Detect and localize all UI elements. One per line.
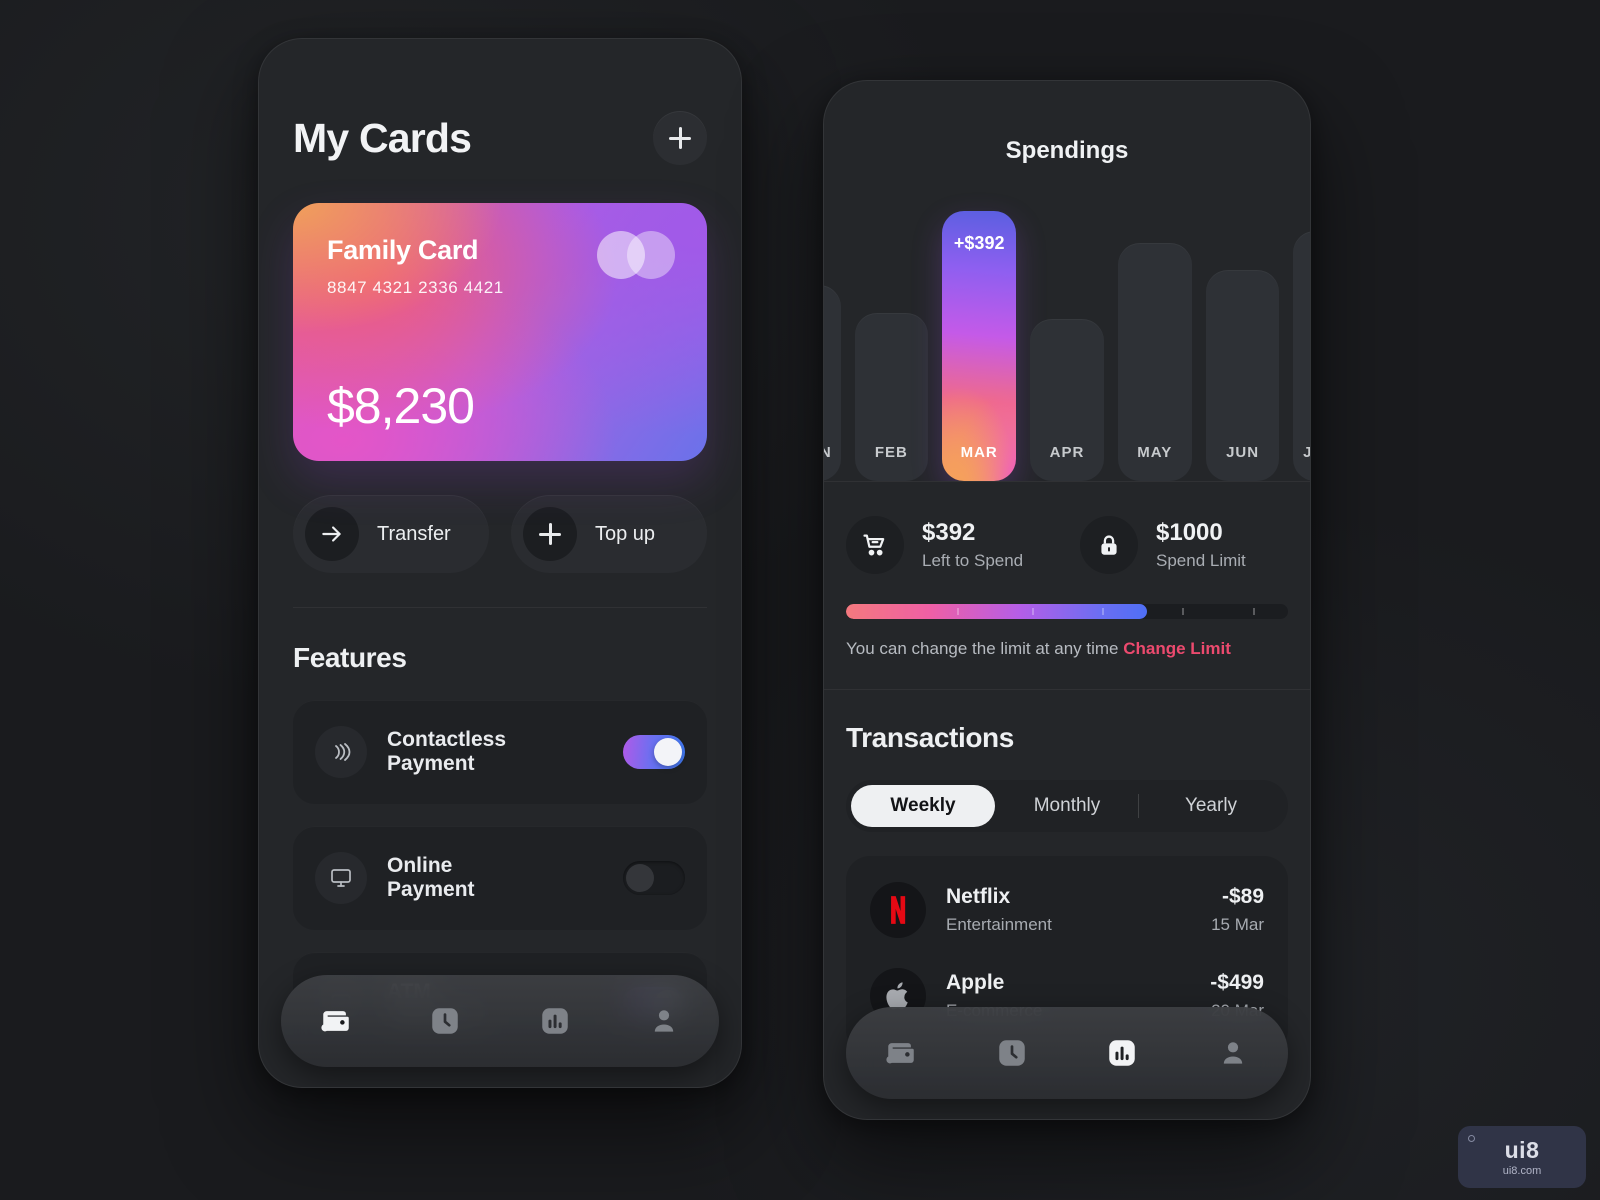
toggle-online[interactable] [623,861,685,895]
transfer-label: Transfer [377,522,451,545]
spend-progress-bar[interactable] [846,604,1288,619]
nav-clock-icon[interactable] [422,998,468,1044]
tab-yearly[interactable]: Yearly [1139,785,1283,827]
bar-label-jan: JAN [824,444,841,461]
card-actions: Transfer Top up [293,495,707,573]
bar-jan[interactable]: JAN [824,285,841,481]
limit-summary-row: $392 Left to Spend $1000 Spend Limit [846,516,1288,574]
feature-label-contactless: Contactless Payment [387,727,507,775]
nav-person-icon[interactable] [641,998,687,1044]
left-screen: My Cards Family Card 8847 4321 2336 4421… [259,39,741,1087]
table-row[interactable]: Netflix Entertainment -$89 15 Mar [870,882,1264,968]
spend-limit-section: $392 Left to Spend $1000 Spend Limit You… [824,481,1310,689]
my-cards-header: My Cards [293,111,707,165]
spendings-bar-chart: JAN FEB +$392 MAR APR MAY [824,211,1310,481]
contactless-icon [315,726,367,778]
card-number: 8847 4321 2336 4421 [327,278,504,297]
transaction-name: Apple [946,971,1005,994]
transaction-amount: -$89 [1221,885,1264,908]
phone-right: Spendings JAN FEB +$392 MAR APR [823,80,1311,1120]
transactions-title: Transactions [846,722,1014,753]
monitor-icon [315,852,367,904]
right-screen: Spendings JAN FEB +$392 MAR APR [824,81,1310,1119]
feature-row-contactless[interactable]: Contactless Payment [293,700,707,804]
nav-clock-icon[interactable] [989,1030,1035,1076]
feature-row-online[interactable]: Online Payment [293,826,707,930]
tab-monthly[interactable]: Monthly [995,785,1139,827]
spend-limit-item: $1000 Spend Limit [1080,516,1288,574]
spend-limit-amount: $1000 [1156,519,1223,546]
transaction-category: Entertainment [946,915,1052,934]
bar-jun[interactable]: JUN [1205,270,1280,481]
phone-left: My Cards Family Card 8847 4321 2336 4421… [258,38,742,1088]
credit-card[interactable]: Family Card 8847 4321 2336 4421 $8,230 [293,203,707,461]
plus-icon [669,127,691,149]
bar-label-jun: JUN [1226,444,1260,461]
nav-person-icon[interactable] [1210,1030,1256,1076]
transaction-amount: -$499 [1210,971,1264,994]
feature-label-online: Online Payment [387,853,475,901]
transaction-name: Netflix [946,885,1011,908]
left-to-spend-amount: $392 [922,519,976,546]
plus-icon [523,507,577,561]
nav-wallet-icon[interactable] [878,1030,924,1076]
nav-stats-icon[interactable] [532,998,578,1044]
bar-label-jul: JUL [1293,444,1310,461]
transfer-button[interactable]: Transfer [293,495,489,573]
transaction-date: 15 Mar [1211,915,1264,934]
bar-label-may: MAY [1137,444,1173,461]
app-canvas: My Cards Family Card 8847 4321 2336 4421… [0,0,1600,1200]
left-to-spend-item: $392 Left to Spend [846,516,1054,574]
bar-may[interactable]: MAY [1117,243,1192,481]
bar-value-mar: +$392 [953,233,1005,253]
bar-label-apr: APR [1049,444,1085,461]
nav-wallet-icon[interactable] [313,998,359,1044]
watermark-main: ui8 [1504,1137,1540,1163]
limit-note-text: You can change the limit at any time [846,639,1124,658]
topup-label: Top up [595,522,656,545]
lock-icon [1080,516,1138,574]
tab-weekly[interactable]: Weekly [851,785,995,827]
bar-apr[interactable]: APR [1030,319,1104,481]
bottom-nav-right [846,1007,1288,1099]
tab-separator [1137,794,1139,818]
features-title: Features [293,642,407,673]
arrow-right-icon [305,507,359,561]
left-content: My Cards Family Card 8847 4321 2336 4421… [259,39,741,1056]
bar-mar[interactable]: +$392 MAR [942,211,1017,481]
spend-limit-caption: Spend Limit [1156,551,1246,570]
topup-button[interactable]: Top up [511,495,707,573]
spendings-title: Spendings [1005,137,1129,164]
watermark-dot-icon [1468,1135,1475,1142]
limit-note: You can change the limit at any time Cha… [846,639,1288,659]
shopping-cart-icon [846,516,904,574]
watermark-sub: ui8.com [1502,1165,1542,1177]
toggle-contactless[interactable] [623,735,685,769]
bar-jul[interactable]: JUL [1293,231,1310,481]
transactions-period-tabs: Weekly Monthly Yearly [846,780,1288,832]
transactions-section: Transactions Weekly Monthly Yearly Netfl… [824,689,1310,1054]
bottom-nav-left [281,975,719,1067]
left-to-spend-caption: Left to Spend [922,551,1024,570]
nav-stats-icon[interactable] [1099,1030,1145,1076]
spendings-section: Spendings JAN FEB +$392 MAR APR [824,81,1310,481]
bar-label-mar: MAR [960,444,998,461]
page-title: My Cards [293,114,472,161]
section-divider [293,607,707,608]
bar-label-feb: FEB [874,444,908,461]
add-card-button[interactable] [653,111,707,165]
card-balance: $8,230 [327,378,475,434]
change-limit-link[interactable]: Change Limit [1123,639,1231,658]
ui8-watermark: ui8 ui8.com [1458,1126,1586,1188]
mastercard-logo [597,231,675,279]
netflix-logo [870,882,926,938]
bar-feb[interactable]: FEB [854,313,929,481]
